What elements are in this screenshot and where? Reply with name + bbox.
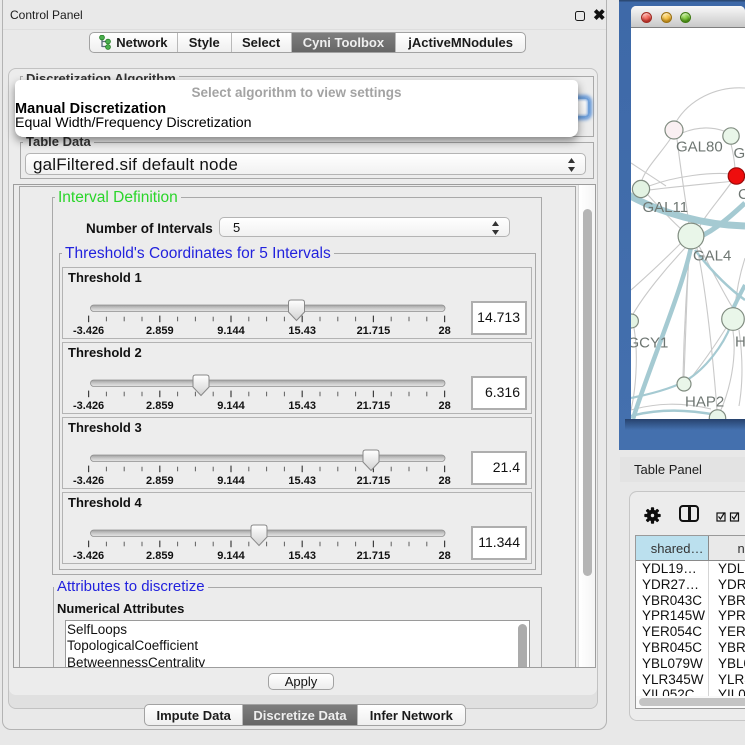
svg-text:28: 28 [438, 475, 450, 487]
svg-text:2.859: 2.859 [146, 475, 174, 487]
svg-text:9.144: 9.144 [217, 400, 245, 412]
svg-text:28: 28 [438, 325, 450, 337]
svg-text:9.144: 9.144 [217, 325, 245, 337]
svg-text:2.859: 2.859 [146, 400, 174, 412]
svg-text:15.43: 15.43 [288, 475, 316, 487]
svg-text:28: 28 [438, 550, 450, 562]
svg-text:GAL80: GAL80 [676, 139, 723, 156]
svg-text:GCY1: GCY1 [631, 335, 668, 352]
svg-text:28: 28 [438, 400, 450, 412]
svg-text:-3.426: -3.426 [73, 325, 104, 337]
svg-text:-3.426: -3.426 [73, 400, 104, 412]
svg-text:21.715: 21.715 [357, 550, 391, 562]
svg-text:15.43: 15.43 [288, 325, 316, 337]
svg-text:15.43: 15.43 [288, 550, 316, 562]
svg-text:-3.426: -3.426 [73, 550, 104, 562]
svg-text:2.859: 2.859 [146, 325, 174, 337]
svg-text:9.144: 9.144 [217, 475, 245, 487]
svg-text:21.715: 21.715 [357, 400, 391, 412]
svg-text:21.715: 21.715 [357, 475, 391, 487]
svg-text:C: C [738, 186, 745, 203]
svg-text:GAL4: GAL4 [693, 248, 731, 265]
svg-text:15.43: 15.43 [288, 400, 316, 412]
svg-text:21.715: 21.715 [357, 325, 391, 337]
svg-text:9.144: 9.144 [217, 550, 245, 562]
svg-text:GAL11: GAL11 [643, 199, 689, 216]
svg-text:HAP2: HAP2 [685, 394, 724, 411]
svg-text:-3.426: -3.426 [73, 475, 104, 487]
svg-text:2.859: 2.859 [146, 550, 174, 562]
svg-text:H: H [735, 334, 745, 351]
svg-text:GAL…: GAL… [734, 145, 745, 162]
